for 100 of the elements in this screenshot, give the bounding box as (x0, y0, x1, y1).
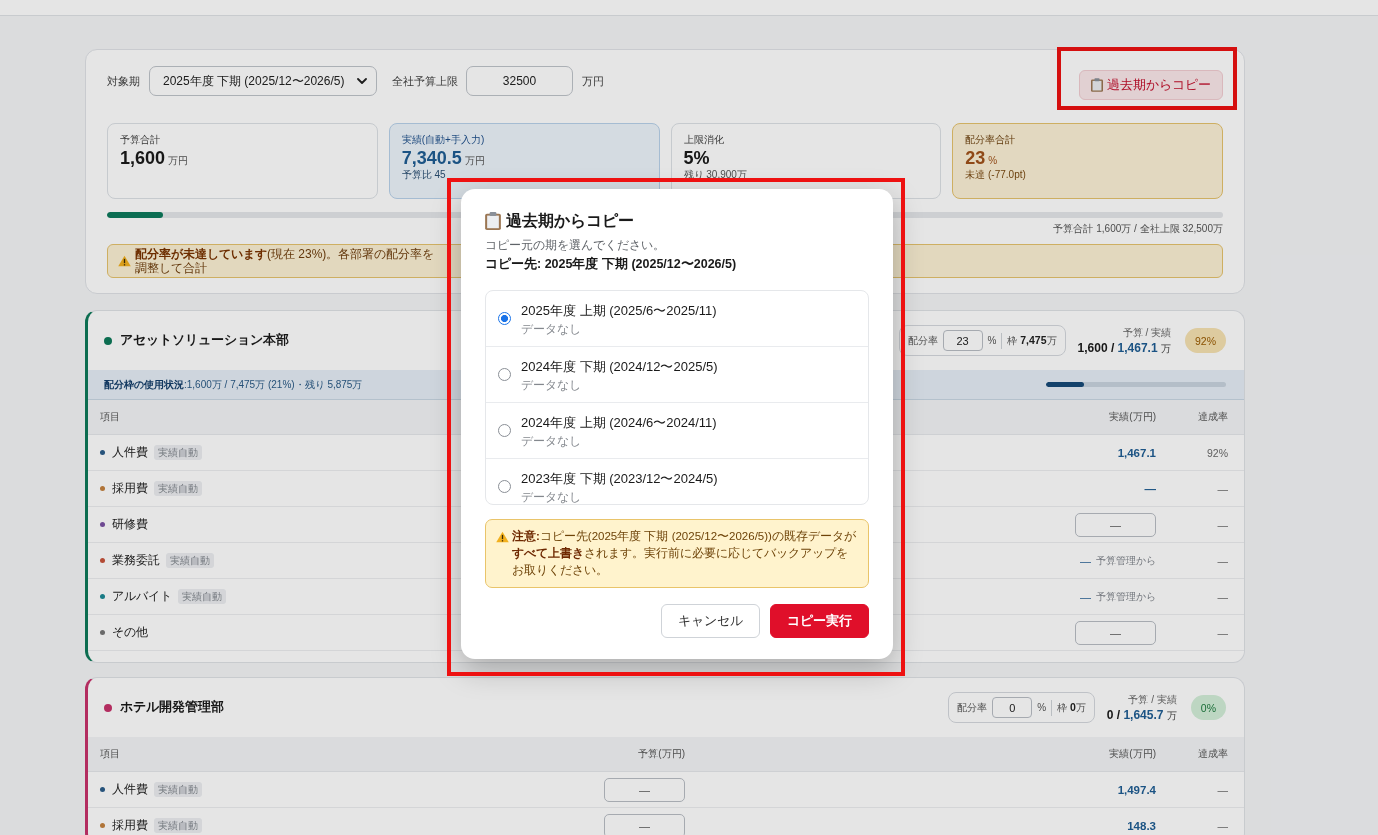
stat-unit: 万円 (464, 155, 485, 167)
column-header: 項目 (100, 747, 120, 761)
department-name: アセットソリューション本部 (120, 332, 289, 349)
warning-icon (118, 255, 131, 267)
actual-value: 1,497.4 (1117, 783, 1156, 796)
allocation-rate-label: 配分率 (957, 700, 988, 715)
budget-cap-input[interactable]: 32500 (466, 66, 573, 96)
auto-tag: 実績自動 (178, 589, 226, 604)
actual-value: — (1144, 482, 1156, 495)
auto-tag: 実績自動 (154, 481, 202, 496)
radio-button[interactable] (498, 480, 511, 493)
stat-note: 予算比 45 (401, 168, 446, 181)
auto-tag: 実績自動 (154, 782, 202, 797)
auto-tag: 実績自動 (166, 553, 214, 568)
stat-note: 未達 (-77.0pt) (965, 168, 1026, 181)
radio-button[interactable] (498, 312, 511, 325)
achievement-rate: — (1217, 482, 1228, 495)
usage-text: 配分枠の使用状況:1,600万 / 7,475万 (21%)・残り 5,875万 (104, 377, 363, 392)
source-note: 予算管理から (1096, 553, 1156, 568)
radio-button[interactable] (498, 368, 511, 381)
item-name: 採用費 (112, 817, 148, 834)
budget-cap-label: 全社予算上限 (392, 74, 458, 89)
option-note: データなし (521, 433, 581, 448)
stat-label: 上限消化 (683, 134, 724, 146)
option-label: 2024年度 上期 (2024/6〜2024/11) (521, 413, 717, 431)
stat-label: 予算合計 (120, 134, 160, 146)
copy-from-past-button[interactable]: 過去期からコピー (1079, 70, 1223, 100)
period-select[interactable]: 2025年度 下期 (2025/12〜2026/5) (149, 66, 377, 96)
stat-value: 23 (965, 148, 986, 168)
item-name: 業務委託 (112, 552, 160, 569)
actual-input[interactable]: — (1075, 512, 1156, 537)
achievement-rate: — (1217, 590, 1228, 603)
execute-copy-button[interactable]: コピー実行 (770, 604, 869, 638)
actual-value: — (1080, 554, 1091, 567)
column-header: 項目 (100, 410, 120, 424)
dialog-instruction: コピー元の期を選んでください。 (485, 237, 665, 253)
stat-value: 7,340.5 (401, 148, 462, 168)
option-note: データなし (521, 489, 581, 504)
actual-value: 1,467.1 (1117, 446, 1156, 459)
option-label: 2025年度 上期 (2025/6〜2025/11) (521, 301, 717, 319)
achievement-rate: — (1217, 518, 1228, 531)
quota-text: 枠 0万 (1057, 700, 1086, 715)
actual-input[interactable]: — (1075, 620, 1156, 645)
budget-actual-values: 1,600 / 1,467.1 万 (1077, 340, 1171, 356)
quota-text: 枠 7,475万 (1007, 333, 1057, 348)
dialog-title: 過去期からコピー (506, 210, 634, 231)
allocation-rate-input[interactable]: 0 (992, 697, 1033, 718)
source-note: 予算管理から (1096, 589, 1156, 604)
stat-label: 実績(自動+手入力) (401, 134, 485, 146)
cancel-button[interactable]: キャンセル (661, 604, 760, 638)
achievement-rate: — (1217, 554, 1228, 567)
achievement-rate: — (1217, 783, 1228, 796)
option-note: データなし (521, 321, 581, 336)
column-header: 達成率 (1198, 747, 1228, 761)
column-header: 実績(万円) (1109, 747, 1156, 761)
stat-unit: % (988, 155, 998, 167)
item-name: 採用費 (112, 480, 148, 497)
item-name: 人件費 (112, 444, 148, 461)
budget-input[interactable]: — (604, 813, 685, 835)
option-label: 2023年度 下期 (2023/12〜2024/5) (521, 469, 718, 487)
chevron-down-icon (357, 78, 367, 84)
achievement-rate: — (1217, 819, 1228, 832)
option-label: 2024年度 下期 (2024/12〜2025/5) (521, 357, 718, 375)
budget-input[interactable]: — (604, 777, 685, 802)
allocation-rate-label: 配分率 (907, 333, 938, 348)
budget-actual-label: 予算 / 実績 (1122, 325, 1171, 339)
stat-label: 配分率合計 (965, 134, 1016, 146)
clipboard-icon (485, 212, 501, 230)
item-name: その他 (112, 624, 148, 641)
actual-value: 148.3 (1127, 819, 1156, 832)
achievement-badge: 92% (1185, 328, 1226, 353)
actual-value: — (1080, 590, 1091, 603)
achievement-rate: — (1217, 626, 1228, 639)
budget-actual-label: 予算 / 実績 (1128, 692, 1177, 706)
copy-target-text: コピー先: 2025年度 下期 (2025/12〜2026/5) (485, 256, 737, 273)
column-header: 達成率 (1198, 410, 1228, 424)
warning-message: 注意:コピー先(2025年度 下期 (2025/12〜2026/5))の既存データがすべて上書きされます。実行前に必要に応じてバックアップをお取りください。 (512, 528, 857, 578)
stat-value: 5% (683, 148, 710, 168)
item-name: 研修費 (112, 516, 148, 533)
achievement-badge: 0% (1190, 695, 1226, 720)
percent-label: % (987, 335, 997, 346)
period-label: 対象期 (107, 74, 140, 89)
column-header: 予算(万円) (638, 747, 685, 761)
warning-icon (496, 531, 509, 543)
radio-button[interactable] (498, 424, 511, 437)
item-name: 人件費 (112, 781, 148, 798)
allocation-rate-input[interactable]: 23 (942, 330, 983, 351)
auto-tag: 実績自動 (154, 818, 202, 833)
percent-label: % (1037, 702, 1047, 713)
column-header: 実績(万円) (1109, 410, 1156, 424)
stat-value: 1,600 (120, 148, 166, 168)
option-note: データなし (521, 377, 581, 392)
achievement-rate: 92% (1207, 446, 1228, 459)
clipboard-icon (1091, 78, 1103, 92)
budget-actual-values: 0 / 1,645.7 万 (1106, 707, 1177, 723)
department-name: ホテル開発管理部 (120, 699, 224, 716)
auto-tag: 実績自動 (154, 445, 202, 460)
alert-message: 配分率が未達しています(現在 23%)。各部署の配分率を調整して合計 (135, 247, 435, 275)
unit-label: 万円 (582, 74, 604, 89)
budget-cap-caption: 予算合計 1,600万 / 全社上限 32,500万 (1053, 222, 1223, 235)
